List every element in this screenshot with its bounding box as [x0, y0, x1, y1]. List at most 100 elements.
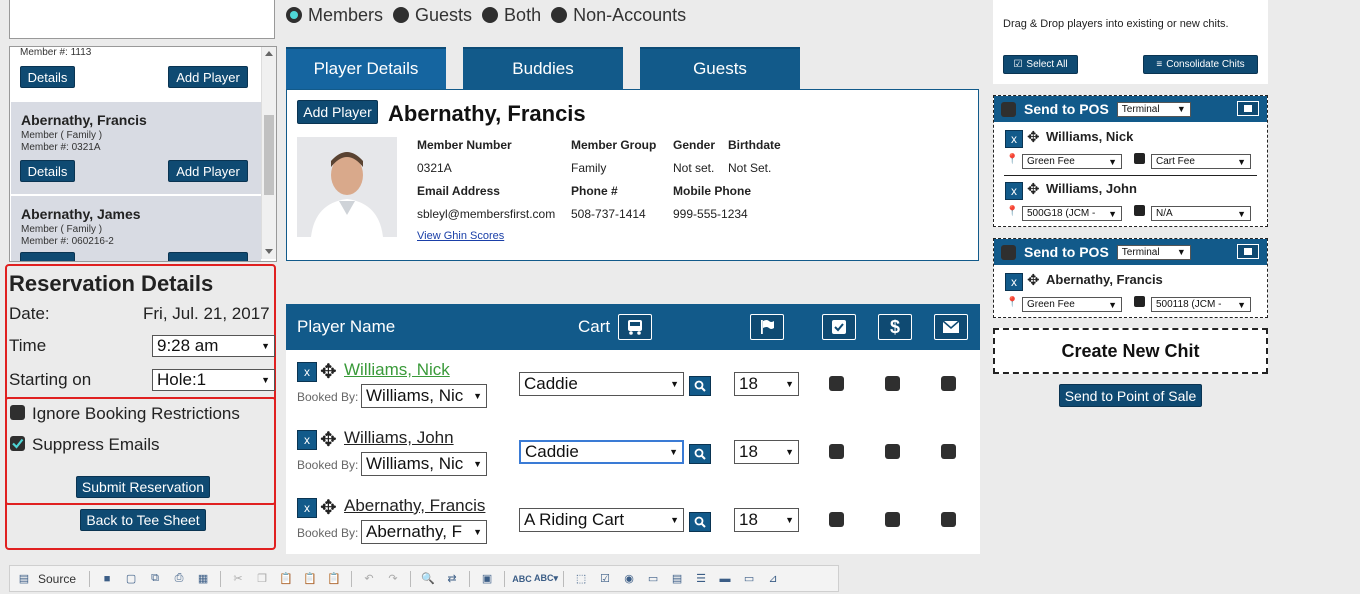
send-to-point-of-sale-button[interactable]: Send to Point of Sale — [1059, 384, 1202, 407]
row-email-checkbox[interactable] — [941, 444, 956, 459]
textfield-icon[interactable]: ▭ — [643, 570, 663, 588]
spellcheck-dropdown-icon[interactable]: ABC▾ — [534, 570, 558, 588]
chit-card[interactable]: Send to POS Terminal ▼ x ✥ Williams, Nick… — [993, 95, 1268, 227]
checkbox-square-icon[interactable] — [822, 314, 856, 340]
radio-guests[interactable] — [393, 7, 410, 23]
terminal-select[interactable]: Terminal ▼ — [1116, 101, 1191, 117]
scroll-up-icon[interactable] — [265, 51, 273, 56]
row-email-checkbox[interactable] — [941, 512, 956, 527]
dollar-icon[interactable]: $ — [878, 314, 912, 340]
cart-fee-select[interactable]: N/A ▼ — [1151, 206, 1251, 221]
scroll-thumb[interactable] — [264, 115, 274, 195]
time-select[interactable]: 9:28 am ▼ — [152, 335, 275, 357]
search-cart-button[interactable] — [689, 376, 711, 396]
details-button[interactable]: Details — [20, 160, 75, 182]
list-item[interactable]: Abernathy, James Member ( Family ) Membe… — [11, 196, 261, 261]
spellcheck-icon[interactable]: ABC — [512, 570, 532, 588]
find-icon[interactable]: 🔍 — [418, 570, 438, 588]
source-doc-icon[interactable]: ▤ — [14, 570, 34, 588]
tab-buddies[interactable]: Buddies — [463, 47, 623, 89]
form-icon[interactable]: ⬚ — [571, 570, 591, 588]
radio-members[interactable] — [286, 7, 302, 23]
cart-select[interactable]: Caddie ▼ — [519, 372, 684, 396]
create-new-chit-button[interactable]: Create New Chit — [993, 328, 1268, 374]
row-checkbox[interactable] — [829, 376, 844, 391]
remove-chit-player-button[interactable]: x — [1005, 182, 1023, 200]
player-name-link[interactable]: Williams, John — [344, 428, 454, 448]
add-player-button[interactable]: Add Player — [168, 66, 248, 88]
copy-icon[interactable]: ❐ — [252, 570, 272, 588]
replace-icon[interactable]: ⇄ — [442, 570, 462, 588]
chit-menu-icon[interactable] — [1237, 244, 1259, 259]
cart-icon[interactable] — [618, 314, 652, 340]
textarea-icon[interactable]: ▤ — [667, 570, 687, 588]
undo-icon[interactable]: ↶ — [359, 570, 379, 588]
drag-handle-icon[interactable]: ✥ — [320, 427, 337, 452]
row-email-checkbox[interactable] — [941, 376, 956, 391]
remove-player-button[interactable]: x — [297, 430, 317, 450]
radio-non-accounts[interactable] — [551, 7, 568, 23]
scroll-down-icon[interactable] — [265, 249, 273, 254]
drag-handle-icon[interactable]: ✥ — [320, 495, 337, 520]
scrollbar[interactable] — [261, 47, 276, 259]
chit-card[interactable]: Send to POS Terminal ▼ x ✥ Abernathy, Fra… — [993, 238, 1268, 318]
drag-handle-icon[interactable]: ✥ — [1027, 128, 1040, 146]
select-all-button[interactable]: ☑ Select All — [1003, 55, 1078, 74]
cut-icon[interactable]: ✂ — [228, 570, 248, 588]
search-cart-button[interactable] — [689, 444, 711, 464]
paste-text-icon[interactable]: 📋 — [300, 570, 320, 588]
source-button[interactable]: Source — [38, 572, 76, 586]
search-cart-button[interactable] — [689, 512, 711, 532]
paste-word-icon[interactable]: 📋 — [324, 570, 344, 588]
booked-by-select[interactable]: Williams, Nic ▼ — [361, 452, 487, 476]
starting-hole-select[interactable]: Hole:1 ▼ — [152, 369, 275, 391]
radio-both[interactable] — [482, 7, 499, 23]
remove-player-button[interactable]: x — [297, 498, 317, 518]
list-item[interactable]: Abernathy, Francis Member ( Family ) Mem… — [11, 102, 261, 194]
player-name-link[interactable]: Abernathy, Francis — [344, 496, 485, 516]
radio-icon[interactable]: ◉ — [619, 570, 639, 588]
envelope-icon[interactable] — [934, 314, 968, 340]
add-player-button[interactable] — [168, 252, 248, 261]
hidden-field-icon[interactable]: ⊿ — [763, 570, 783, 588]
consolidate-chits-button[interactable]: ≡ Consolidate Chits — [1143, 55, 1258, 74]
drag-handle-icon[interactable]: ✥ — [320, 359, 337, 384]
row-checkbox[interactable] — [829, 444, 844, 459]
print-icon[interactable]: ⎙ — [169, 570, 189, 588]
fee-select[interactable]: 500G18 (JCM - ▼ — [1022, 206, 1122, 221]
tab-guests[interactable]: Guests — [640, 47, 800, 89]
details-button[interactable] — [20, 252, 75, 261]
save-icon[interactable]: ■ — [97, 570, 117, 588]
row-checkbox[interactable] — [829, 512, 844, 527]
booked-by-select[interactable]: Abernathy, F ▼ — [361, 520, 487, 544]
cart-select[interactable]: Caddie ▼ — [519, 440, 684, 464]
flag-icon[interactable] — [750, 314, 784, 340]
booked-by-select[interactable]: Williams, Nic ▼ — [361, 384, 487, 408]
back-to-tee-sheet-button[interactable]: Back to Tee Sheet — [80, 509, 206, 531]
redo-icon[interactable]: ↷ — [383, 570, 403, 588]
row-paid-checkbox[interactable] — [885, 376, 900, 391]
ignore-restrictions-checkbox[interactable] — [10, 405, 25, 420]
chit-menu-icon[interactable] — [1237, 101, 1259, 116]
submit-reservation-button[interactable]: Submit Reservation — [76, 476, 210, 498]
remove-chit-player-button[interactable]: x — [1005, 130, 1023, 148]
suppress-emails-checkbox[interactable] — [10, 436, 25, 451]
chit-select-checkbox[interactable] — [1001, 101, 1016, 117]
drag-handle-icon[interactable]: ✥ — [1027, 180, 1040, 198]
select-all-icon[interactable]: ▣ — [477, 570, 497, 588]
holes-select[interactable]: 18 ▼ — [734, 440, 799, 464]
preview-icon[interactable]: ⧉ — [145, 570, 165, 588]
remove-chit-player-button[interactable]: x — [1005, 273, 1023, 291]
add-player-button[interactable]: Add Player — [168, 160, 248, 182]
tab-player-details[interactable]: Player Details — [286, 47, 446, 89]
details-button[interactable]: Details — [20, 66, 75, 88]
remove-player-button[interactable]: x — [297, 362, 317, 382]
add-player-button[interactable]: Add Player — [297, 100, 378, 124]
fee-select[interactable]: Green Fee ▼ — [1022, 154, 1122, 169]
new-page-icon[interactable]: ▢ — [121, 570, 141, 588]
chit-select-checkbox[interactable] — [1001, 244, 1016, 260]
fee-select[interactable]: Green Fee ▼ — [1022, 297, 1122, 312]
player-name-link[interactable]: Williams, Nick — [344, 360, 450, 380]
row-paid-checkbox[interactable] — [885, 444, 900, 459]
select-field-icon[interactable]: ☰ — [691, 570, 711, 588]
